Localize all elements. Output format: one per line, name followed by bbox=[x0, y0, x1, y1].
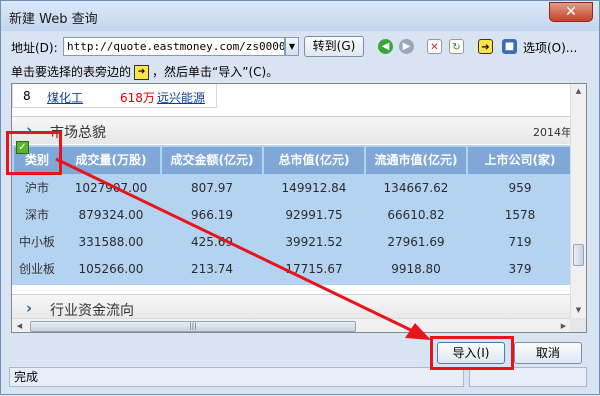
annotation-arrow bbox=[55, 157, 431, 340]
web-query-dialog: 新建 Web 查询 ✕ 地址(D): http://quote.eastmone… bbox=[0, 0, 600, 395]
arrow-line bbox=[55, 157, 420, 336]
arrow-head bbox=[405, 323, 431, 340]
